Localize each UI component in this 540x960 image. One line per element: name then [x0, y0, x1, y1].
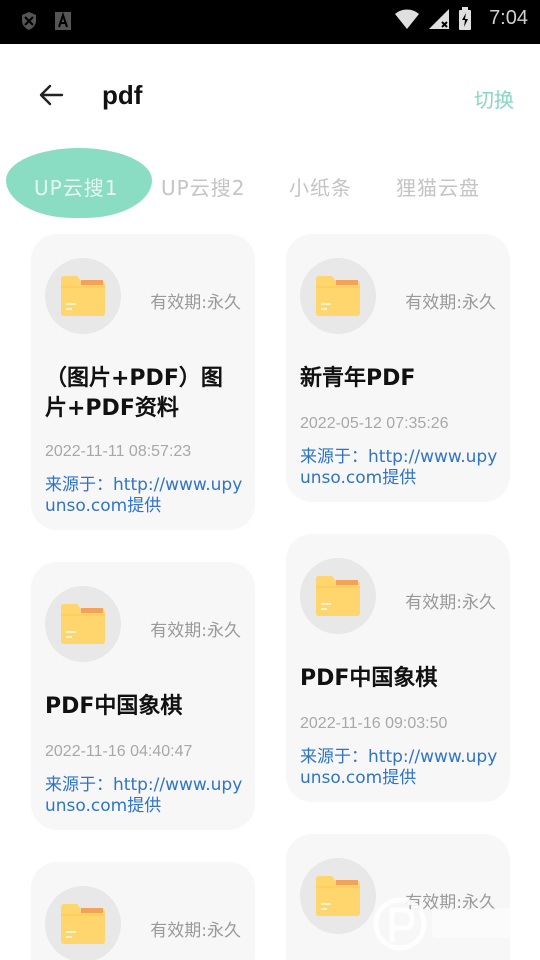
tab-up-yunsou-1[interactable]: UP云搜1	[34, 172, 118, 201]
validity-label: 有效期:永久	[150, 293, 241, 313]
card-title: （图片+PDF）图片+PDF资料	[45, 366, 223, 421]
tab-xiaozhitiao[interactable]: 小纸条	[289, 172, 352, 201]
card-title: PDF中国象棋	[45, 694, 183, 719]
card-date: 2022-11-11 08:57:23	[45, 443, 192, 460]
folder-icon	[300, 858, 376, 934]
shield-icon	[20, 11, 38, 35]
card-date: 2022-05-12 07:35:26	[300, 415, 449, 432]
card-date: 2022-11-16 09:03:50	[300, 715, 448, 732]
page-title: pdf	[102, 80, 143, 110]
header: pdf 切换	[0, 44, 540, 148]
watermark-logo	[372, 894, 532, 954]
signal-icon	[428, 8, 450, 34]
wifi-icon	[394, 8, 420, 34]
validity-label: 有效期:永久	[405, 293, 496, 313]
a-icon	[54, 11, 72, 35]
validity-label: 有效期:永久	[150, 621, 241, 641]
result-card[interactable]: 有效期:永久 PDF中国象棋 2022-11-16 04:40:47 来源于：h…	[31, 562, 255, 830]
source-tabs: UP云搜1 UP云搜2 小纸条 狸猫云盘	[0, 148, 540, 224]
status-time: 7:04	[489, 7, 528, 29]
card-source-link[interactable]: 来源于：http://www.upyunso.com提供	[300, 447, 500, 489]
card-title: 新青年PDF	[300, 366, 416, 391]
validity-label: 有效期:永久	[150, 921, 241, 941]
folder-icon	[45, 586, 121, 662]
status-bar: 7:04	[0, 0, 540, 44]
card-source-link[interactable]: 来源于：http://www.upyunso.com提供	[300, 747, 500, 789]
validity-label: 有效期:永久	[405, 593, 496, 613]
folder-icon	[45, 886, 121, 960]
card-date: 2022-11-16 04:40:47	[45, 743, 193, 760]
result-card[interactable]: 有效期:永久	[31, 862, 255, 960]
back-button[interactable]	[34, 82, 68, 112]
result-card[interactable]: 有效期:永久 （图片+PDF）图片+PDF资料 2022-11-11 08:57…	[31, 234, 255, 530]
card-source-link[interactable]: 来源于：http://www.upyunso.com提供	[45, 775, 245, 817]
result-card[interactable]: 有效期:永久 PDF中国象棋 2022-11-16 09:03:50 来源于：h…	[286, 534, 510, 802]
switch-button[interactable]: 切换	[474, 84, 514, 113]
tab-limao-yunpan[interactable]: 狸猫云盘	[396, 172, 480, 201]
tab-up-yunsou-2[interactable]: UP云搜2	[161, 172, 245, 201]
folder-icon	[300, 558, 376, 634]
card-source-link[interactable]: 来源于：http://www.upyunso.com提供	[45, 475, 245, 517]
folder-icon	[45, 258, 121, 334]
arrow-left-icon	[38, 84, 64, 110]
card-title: PDF中国象棋	[300, 666, 438, 691]
result-card[interactable]: 有效期:永久 新青年PDF 2022-05-12 07:35:26 来源于：ht…	[286, 234, 510, 502]
folder-icon	[300, 258, 376, 334]
battery-icon	[458, 7, 472, 35]
